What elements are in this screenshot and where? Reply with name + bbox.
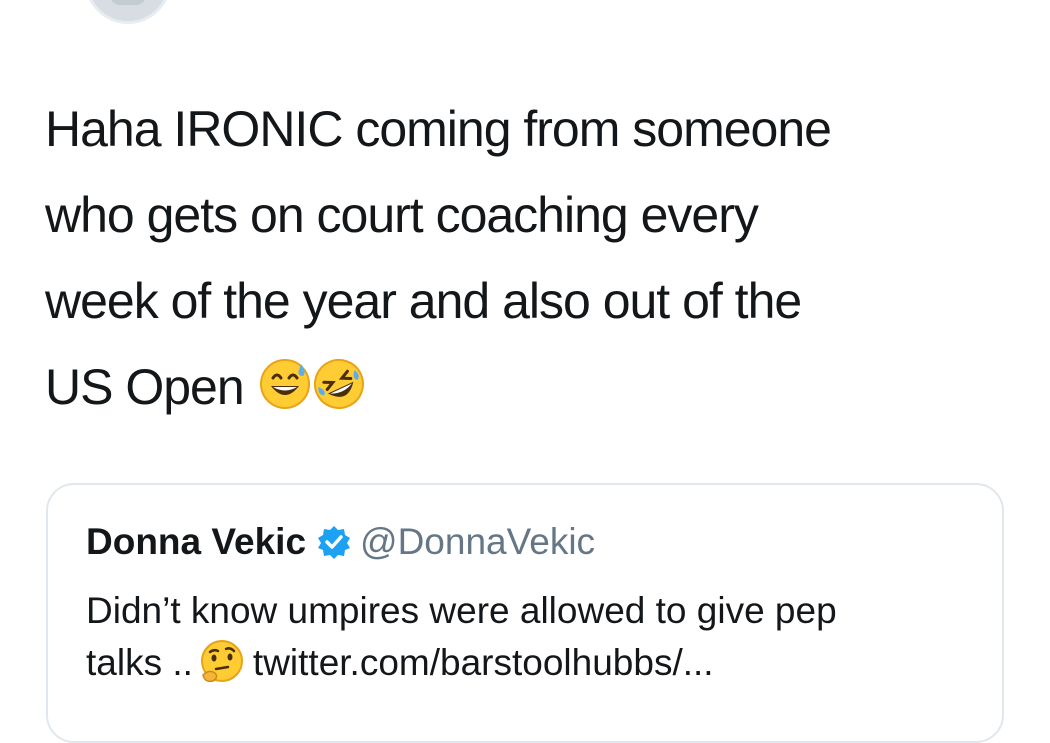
tweet-text-line: Haha IRONIC coming from someone xyxy=(45,101,832,157)
rolling-on-floor-laughing-emoji xyxy=(313,358,365,410)
quoted-tweet-body-prefix: talks .. xyxy=(86,642,193,683)
tweet-text-last: US Open xyxy=(45,359,245,415)
tweet-text-line: week of the year and also out of the xyxy=(45,273,802,329)
quoted-tweet-body-line: talks .. twitter.com/barstoolhubbs/... xyxy=(86,637,986,689)
verified-badge-icon xyxy=(316,524,352,560)
tweet-text-line: who gets on court coaching every xyxy=(45,187,759,243)
avatar-image xyxy=(110,0,146,5)
thinking-face-emoji xyxy=(199,639,245,685)
quoted-tweet-body-line: Didn’t know umpires were allowed to give… xyxy=(86,590,837,631)
quoted-tweet-header: Donna Vekic @DonnaVekic xyxy=(86,521,595,563)
avatar[interactable] xyxy=(85,0,171,24)
grinning-face-with-sweat-emoji xyxy=(259,358,311,410)
quoted-tweet-card[interactable]: Donna Vekic @DonnaVekic Didn’t know umpi… xyxy=(46,483,1004,743)
tweet-text-line: US Open xyxy=(45,344,1005,430)
quoted-tweet-handle[interactable]: @DonnaVekic xyxy=(360,521,595,563)
quoted-tweet-link[interactable]: twitter.com/barstoolhubbs/... xyxy=(253,642,714,683)
tweet-text: Haha IRONIC coming from someone who gets… xyxy=(45,86,1005,430)
quoted-tweet-author-name[interactable]: Donna Vekic xyxy=(86,521,306,563)
quoted-tweet-body: Didn’t know umpires were allowed to give… xyxy=(86,585,986,689)
